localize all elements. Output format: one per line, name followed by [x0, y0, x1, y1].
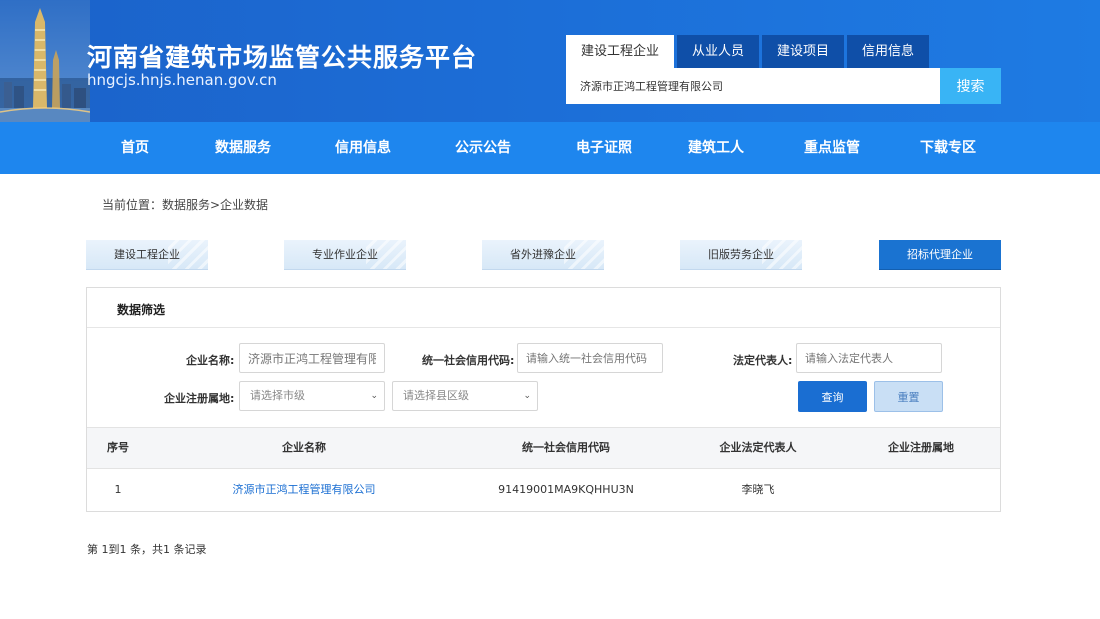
company-name-label: 企业名称: [186, 354, 235, 367]
category-tab-label: 专业作业企业 [312, 248, 378, 261]
cell-credit-code: 91419001MA9KQHHU3N [498, 483, 634, 496]
data-filter-panel: 数据筛选 企业名称: 统一社会信用代码: 法定代表人: 企业注册属地: 请选择市… [86, 287, 1001, 512]
category-tab-specialty[interactable]: 专业作业企业 [284, 240, 406, 270]
credit-code-input[interactable] [517, 343, 663, 373]
legal-rep-label: 法定代表人: [733, 354, 793, 367]
chevron-down-icon: ⌄ [370, 391, 378, 401]
category-tab-label: 旧版劳务企业 [708, 248, 774, 261]
county-select-value: 请选择县区级 [403, 389, 469, 402]
search-tab-credit[interactable]: 信用信息 [847, 35, 930, 68]
table-row: 1 济源市正鸿工程管理有限公司 91419001MA9KQHHU3N 李晓飞 [87, 469, 1000, 511]
table-header: 序号 企业名称 统一社会信用代码 企业法定代表人 企业注册属地 [87, 427, 1000, 469]
search-box: 建设工程企业 从业人员 建设项目 信用信息 搜索 [566, 35, 1001, 104]
category-tab-label: 招标代理企业 [907, 248, 973, 261]
breadcrumb: 当前位置：数据服务>企业数据 [102, 198, 269, 212]
search-tabs: 建设工程企业 从业人员 建设项目 信用信息 [566, 35, 1001, 68]
search-button[interactable]: 搜索 [940, 68, 1001, 104]
nav-item-key-supervision[interactable]: 重点监管 [804, 122, 860, 174]
cell-company-name-link[interactable]: 济源市正鸿工程管理有限公司 [233, 469, 376, 511]
nav-item-data-service[interactable]: 数据服务 [215, 122, 271, 174]
site-title: 河南省建筑市场监管公共服务平台 [87, 43, 478, 72]
site-url: hngcjs.hnjs.henan.gov.cn [87, 71, 277, 89]
county-select[interactable]: 请选择县区级 ⌄ [392, 381, 538, 411]
legal-rep-input[interactable] [796, 343, 942, 373]
column-header-region: 企业注册属地 [888, 441, 954, 454]
cell-legal-rep: 李晓飞 [741, 483, 775, 496]
pagination-summary: 第 1到1 条，共1 条记录 [87, 543, 207, 556]
panel-title: 数据筛选 [117, 303, 166, 317]
category-tab-legacy-labor[interactable]: 旧版劳务企业 [680, 240, 802, 270]
main-nav: 首页 数据服务 信用信息 公示公告 电子证照 建筑工人 重点监管 下载专区 [0, 122, 1100, 174]
query-button[interactable]: 查询 [798, 381, 867, 412]
search-tab-construction-enterprise[interactable]: 建设工程企业 [566, 35, 675, 68]
column-header-legal-rep: 企业法定代表人 [719, 441, 797, 454]
search-tab-practitioners[interactable]: 从业人员 [677, 35, 760, 68]
chevron-down-icon: ⌄ [523, 391, 531, 401]
nav-item-workers[interactable]: 建筑工人 [688, 122, 744, 174]
nav-item-downloads[interactable]: 下载专区 [920, 122, 976, 174]
column-header-credit-code: 统一社会信用代码 [522, 441, 610, 454]
panel-header [87, 288, 1000, 328]
city-select-value: 请选择市级 [250, 389, 305, 402]
search-tab-projects[interactable]: 建设项目 [762, 35, 845, 68]
category-tab-out-of-province[interactable]: 省外进豫企业 [482, 240, 604, 270]
nav-item-home[interactable]: 首页 [121, 122, 149, 174]
category-tab-construction[interactable]: 建设工程企业 [86, 240, 208, 270]
column-header-company-name: 企业名称 [282, 441, 326, 454]
category-tab-label: 省外进豫企业 [510, 248, 576, 261]
region-label: 企业注册属地: [164, 392, 235, 405]
site-header: 河南省建筑市场监管公共服务平台 hngcjs.hnjs.henan.gov.cn… [0, 0, 1100, 122]
city-select[interactable]: 请选择市级 ⌄ [239, 381, 385, 411]
nav-item-credit[interactable]: 信用信息 [335, 122, 391, 174]
company-name-input[interactable] [239, 343, 385, 373]
column-header-index: 序号 [107, 441, 129, 454]
category-tab-label: 建设工程企业 [114, 248, 180, 261]
cell-index: 1 [114, 483, 122, 496]
reset-button[interactable]: 重置 [874, 381, 943, 412]
search-row: 搜索 [566, 68, 1001, 104]
search-input[interactable] [566, 68, 940, 104]
city-skyline-image [0, 0, 90, 122]
nav-item-e-certificates[interactable]: 电子证照 [576, 122, 632, 174]
credit-code-label: 统一社会信用代码: [422, 354, 515, 367]
nav-item-announcements[interactable]: 公示公告 [455, 122, 511, 174]
category-tab-bidding-agency[interactable]: 招标代理企业 [879, 240, 1001, 270]
